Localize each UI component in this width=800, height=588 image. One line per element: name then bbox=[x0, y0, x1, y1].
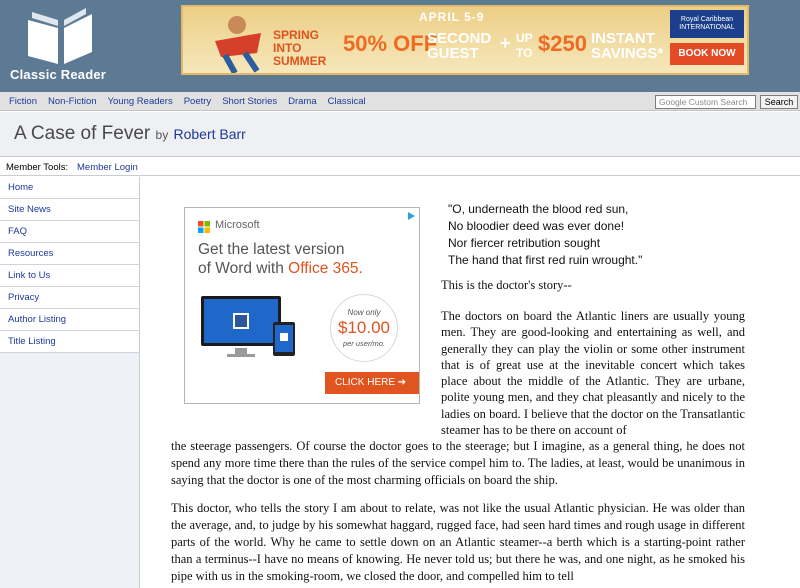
price-value: $10.00 bbox=[338, 318, 390, 337]
story-paragraph: This doctor, who tells the story I am ab… bbox=[171, 501, 745, 583]
search-input[interactable]: Google Custom Search bbox=[655, 95, 756, 109]
microsoft-logo-icon bbox=[198, 221, 210, 233]
page-title: A Case of Fever by Robert Barr bbox=[14, 123, 246, 145]
banner-spring-text: SPRING INTO SUMMER bbox=[273, 28, 327, 68]
cruise-brand-logo: Royal Caribbean INTERNATIONAL bbox=[670, 10, 744, 38]
poem-line: No bloodier deed was ever done! bbox=[448, 219, 625, 233]
banner-amount: $250 bbox=[538, 31, 587, 56]
banner-second-guest: SECOND GUEST bbox=[427, 30, 492, 62]
book-title: A Case of Fever bbox=[14, 123, 151, 144]
poem-epigraph: "O, underneath the blood red sun, No blo… bbox=[448, 201, 642, 269]
ad-headline: Get the latest version of Word with Offi… bbox=[198, 240, 408, 278]
member-login-link[interactable]: Member Login bbox=[77, 162, 138, 173]
ad-headline-line2: of Word with Office 365. bbox=[198, 259, 408, 278]
title-bar: A Case of Fever by Robert Barr bbox=[0, 112, 800, 157]
nav-short-stories[interactable]: Short Stories bbox=[222, 96, 277, 107]
sidebar: Home Site News FAQ Resources Link to Us … bbox=[0, 177, 140, 588]
ad-headline-text: of Word with bbox=[198, 260, 289, 277]
category-links: Fiction Non-Fiction Young Readers Poetry… bbox=[9, 96, 366, 107]
ad-headline-accent: Office 365. bbox=[288, 260, 363, 277]
member-tools-label: Member Tools: bbox=[6, 162, 69, 173]
sidebar-item-resources[interactable]: Resources bbox=[0, 243, 139, 265]
search-button[interactable]: Search bbox=[760, 95, 798, 109]
price-per-label: per user/mo. bbox=[342, 339, 386, 348]
story-paragraph-continued: the steerage passengers. Of course the d… bbox=[171, 439, 745, 487]
banner-date: APRIL 5-9 bbox=[419, 10, 485, 24]
banner-instant-savings: INSTANT SAVINGS* bbox=[591, 30, 664, 62]
sidebar-item-privacy[interactable]: Privacy bbox=[0, 287, 139, 309]
poem-line: The hand that first red ruin wrought." bbox=[448, 253, 643, 267]
nav-classical[interactable]: Classical bbox=[328, 96, 366, 107]
sidebar-item-author-listing[interactable]: Author Listing bbox=[0, 309, 139, 331]
nav-poetry[interactable]: Poetry bbox=[184, 96, 211, 107]
nav-young-readers[interactable]: Young Readers bbox=[108, 96, 173, 107]
book-now-button[interactable]: BOOK NOW bbox=[670, 43, 744, 65]
price-now-label: Now only bbox=[347, 308, 381, 317]
author-link[interactable]: Robert Barr bbox=[173, 126, 245, 142]
member-tools-bar: Member Tools: Member Login bbox=[0, 158, 800, 176]
microsoft-ad[interactable]: Microsoft Get the latest version of Word… bbox=[184, 207, 420, 404]
ad-headline-line1: Get the latest version bbox=[198, 241, 345, 258]
main-content: Microsoft Get the latest version of Word… bbox=[141, 177, 800, 588]
ad-choices-icon[interactable] bbox=[405, 210, 417, 222]
sidebar-item-home[interactable]: Home bbox=[0, 177, 139, 199]
story-paragraph: The doctors on board the Atlantic liners… bbox=[441, 309, 745, 438]
nav-non-fiction[interactable]: Non-Fiction bbox=[48, 96, 97, 107]
nav-drama[interactable]: Drama bbox=[288, 96, 317, 107]
banner-discount: 50% OFF bbox=[343, 31, 438, 56]
child-photo-icon bbox=[215, 16, 261, 73]
sidebar-item-faq[interactable]: FAQ bbox=[0, 221, 139, 243]
sidebar-item-title-listing[interactable]: Title Listing bbox=[0, 331, 139, 353]
poem-line: "O, underneath the blood red sun, bbox=[448, 202, 629, 216]
story-intro: This is the doctor's story-- bbox=[441, 278, 572, 292]
top-banner-ad[interactable]: APRIL 5-9 SPRING INTO SUMMER 50% OFF SEC… bbox=[181, 5, 749, 75]
sidebar-item-site-news[interactable]: Site News bbox=[0, 199, 139, 221]
nav-fiction[interactable]: Fiction bbox=[9, 96, 37, 107]
site-header: Classic Reader APRIL 5-9 SPRING INTO SUM… bbox=[0, 0, 800, 92]
site-name[interactable]: Classic Reader bbox=[10, 67, 106, 82]
ad-brand: Microsoft bbox=[215, 219, 260, 231]
banner-plus: + bbox=[500, 33, 511, 53]
price-badge: Now only $10.00 per user/mo. bbox=[330, 294, 398, 362]
category-nav: Fiction Non-Fiction Young Readers Poetry… bbox=[0, 92, 800, 111]
sidebar-item-link-to-us[interactable]: Link to Us bbox=[0, 265, 139, 287]
by-label: by bbox=[155, 128, 169, 142]
computer-devices-icon bbox=[201, 296, 295, 357]
click-here-button[interactable]: CLICK HERE ➔ bbox=[325, 372, 419, 394]
poem-line: Nor fiercer retribution sought bbox=[448, 236, 601, 250]
